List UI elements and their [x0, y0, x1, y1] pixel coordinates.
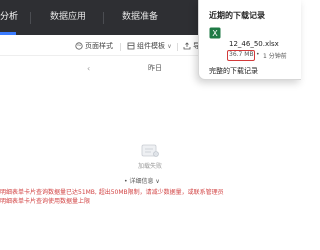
page-style-label: 页面样式 — [85, 42, 113, 50]
download-file-name[interactable]: 12_46_50.xlsx — [229, 40, 279, 48]
toolbar-divider — [120, 43, 121, 51]
yesterday-button[interactable]: 昨日 — [148, 63, 162, 73]
full-download-history-link[interactable]: 完整的下载记录 — [209, 66, 258, 76]
toolbar-divider — [177, 43, 178, 51]
page-style-button[interactable]: 页面样式 — [75, 40, 113, 52]
popup-title: 近期的下载记录 — [209, 11, 265, 20]
tab-divider — [30, 12, 31, 24]
error-message-line-2: 明细表单卡片查询使用数据量上限 — [0, 198, 91, 205]
download-history-popup: 近期的下载记录 X 12_46_50.xlsx 36.7 MB • 1 分钟前 … — [198, 0, 301, 80]
download-file-size: 36.7 MB — [229, 51, 254, 58]
chevron-left-icon[interactable]: ‹ — [87, 64, 90, 73]
template-icon — [127, 42, 135, 50]
export-icon — [183, 42, 191, 50]
excel-file-icon: X — [209, 27, 221, 39]
meta-separator: • — [256, 51, 260, 58]
error-message-line-1: 明细表单卡片查询数据量已达51MB, 超出50MB限制，请减少数据量，或联系管理… — [0, 189, 224, 196]
chevron-down-icon: ∨ — [167, 43, 172, 50]
empty-state-icon — [141, 144, 159, 157]
tab-analysis[interactable]: 分析 — [0, 0, 18, 35]
component-template-label: 组件模板 — [137, 42, 165, 50]
tab-data-apps[interactable]: 数据应用 — [50, 0, 86, 35]
svg-text:X: X — [212, 29, 218, 38]
details-toggle[interactable]: • 详细信息 ∨ — [124, 176, 160, 185]
component-template-button[interactable]: 组件模板 ∨ — [127, 40, 172, 52]
download-time: 1 分钟前 — [263, 53, 287, 60]
tab-divider — [103, 12, 104, 24]
tab-data-prep[interactable]: 数据准备 — [122, 0, 158, 35]
load-failed-text: 加载失败 — [138, 163, 163, 170]
palette-icon — [75, 42, 83, 50]
